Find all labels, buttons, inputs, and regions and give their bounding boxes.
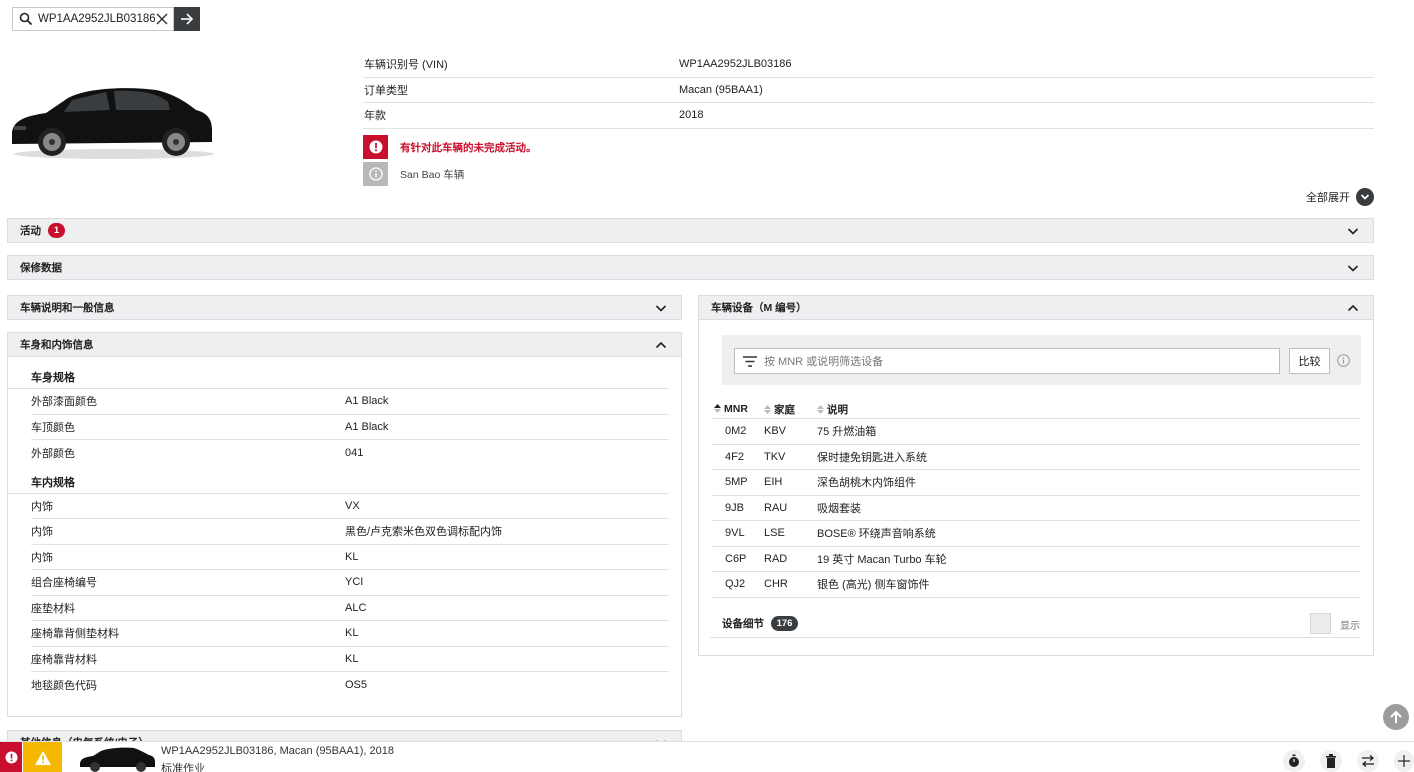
- sort-icon: [764, 404, 771, 414]
- clear-icon[interactable]: [155, 12, 169, 26]
- search-value: WP1AA2952JLB03186: [38, 13, 155, 25]
- interior-spec-title: 车内规格: [8, 474, 669, 494]
- equipment-details-row: 设备细节 176 显示: [710, 609, 1360, 638]
- alert-icon: [363, 135, 388, 159]
- info-icon[interactable]: [1337, 354, 1350, 367]
- equipment-filter-area: 按 MNR 或说明筛选设备 比较: [722, 335, 1361, 385]
- column-family[interactable]: 家庭: [764, 402, 817, 417]
- filter-icon: [743, 355, 757, 367]
- search-icon: [19, 12, 33, 26]
- vehicle-info-table: 车辆识别号 (VIN) WP1AA2952JLB03186 订单类型 Macan…: [363, 52, 1374, 129]
- sort-asc-icon: [714, 404, 721, 413]
- spec-row: 外部颜色 041: [31, 446, 364, 460]
- spec-row: 内饰 KL: [31, 545, 669, 570]
- vehicle-image: [12, 88, 214, 159]
- equipment-count-badge: 176: [771, 615, 798, 631]
- spec-row: 组合座椅编号 YCI: [31, 570, 669, 596]
- status-vehicle-summary: WP1AA2952JLB03186, Macan (95BAA1), 2018: [161, 745, 394, 757]
- arrow-right-icon: [181, 13, 194, 25]
- vehicle-thumbnail: [80, 747, 155, 772]
- move-icon: [1398, 755, 1410, 767]
- search-submit-button[interactable]: [174, 7, 200, 31]
- table-row: 9JB RAU 吸烟套装: [712, 496, 1360, 521]
- section-body-interior[interactable]: 车身和内饰信息: [7, 332, 682, 357]
- status-bar: WP1AA2952JLB03186, Macan (95BAA1), 2018 …: [0, 741, 1414, 772]
- spec-row: 座椅靠背侧垫材料 KL: [31, 621, 669, 647]
- section-warranty[interactable]: 保修数据: [7, 255, 1374, 280]
- model-year-row: 年款 2018: [363, 103, 1374, 129]
- chevron-down-icon: [1356, 188, 1374, 206]
- chevron-down-icon: [1347, 265, 1359, 272]
- timer-button[interactable]: [1283, 750, 1305, 772]
- section-equipment[interactable]: 车辆设备（M 编号）: [698, 295, 1374, 320]
- chevron-down-icon: [1347, 228, 1359, 235]
- spec-row: 座椅靠背材料 KL: [31, 647, 669, 672]
- status-warning-button[interactable]: [23, 742, 62, 772]
- spec-row: 车顶颜色 A1 Black: [31, 415, 669, 440]
- vin-row: 车辆识别号 (VIN) WP1AA2952JLB03186: [363, 52, 1374, 78]
- status-job-type: 标准作业: [161, 763, 205, 772]
- spec-row: 内饰 VX: [31, 494, 669, 519]
- open-campaign-alert: 有针对此车辆的未完成活动。: [363, 135, 863, 159]
- chevron-down-icon: [655, 305, 667, 312]
- spec-row: 外部漆面颜色 A1 Black: [31, 389, 669, 415]
- sort-icon: [817, 404, 824, 414]
- spec-row: 座垫材料 ALC: [31, 596, 669, 621]
- table-row: C6P RAD 19 英寸 Macan Turbo 车轮: [712, 547, 1360, 572]
- column-mnr[interactable]: MNR: [712, 403, 764, 415]
- stopwatch-icon: [1289, 754, 1299, 767]
- more-button[interactable]: [1394, 750, 1414, 772]
- body-interior-panel: 车身规格 外部漆面颜色 A1 Black 车顶颜色 A1 Black 外部颜色 041…: [7, 357, 682, 717]
- info-icon: [363, 162, 388, 186]
- search-input[interactable]: WP1AA2952JLB03186: [12, 7, 174, 31]
- show-details-toggle[interactable]: [1310, 613, 1331, 634]
- section-general-info[interactable]: 车辆说明和一般信息: [7, 295, 682, 320]
- campaign-count-badge: 1: [48, 223, 65, 238]
- scroll-to-top-button[interactable]: [1383, 704, 1409, 730]
- section-campaigns[interactable]: 活动 1: [7, 218, 1374, 243]
- table-row: 4F2 TKV 保时捷免钥匙进入系统: [712, 445, 1360, 470]
- table-row: 0M2 KBV 75 升燃油箱: [712, 419, 1360, 445]
- table-row: 5MP EIH 深色胡桃木内饰组件: [712, 470, 1360, 496]
- expand-all-button[interactable]: 全部展开: [1306, 188, 1374, 206]
- delete-button[interactable]: [1320, 750, 1342, 772]
- column-description[interactable]: 说明: [817, 402, 1360, 417]
- table-row: 9VL LSE BOSE® 环绕声音响系统: [712, 521, 1360, 547]
- table-row: QJ2 CHR 银色 (高光) 侧车窗饰件: [712, 572, 1360, 598]
- status-alert-button[interactable]: [0, 742, 22, 772]
- vin-search: WP1AA2952JLB03186: [12, 7, 200, 31]
- compare-button[interactable]: 比较: [1289, 348, 1330, 374]
- order-type-row: 订单类型 Macan (95BAA1): [363, 78, 1374, 103]
- spec-row: 内饰 黑色/卢克索米色双色调标配内饰: [31, 519, 669, 545]
- sanbao-info: San Bao 车辆: [363, 162, 863, 186]
- equipment-table-header: MNR 家庭 说明: [712, 400, 1360, 419]
- body-spec-title: 车身规格: [8, 369, 669, 389]
- equipment-filter-input[interactable]: 按 MNR 或说明筛选设备: [734, 348, 1280, 374]
- warning-icon: [34, 750, 51, 765]
- equipment-table: MNR 家庭 说明 0M2 KBV 75 升燃油箱 4F2 TKV 保时捷免钥匙进入系统…: [712, 400, 1360, 598]
- swap-icon: [1361, 755, 1375, 767]
- arrow-up-icon: [1390, 710, 1402, 723]
- trash-icon: [1326, 754, 1336, 768]
- chevron-up-icon: [1347, 304, 1359, 312]
- spec-row: 地毯颜色代码 OS5: [31, 678, 368, 692]
- alert-icon: [5, 751, 17, 764]
- transfer-button[interactable]: [1357, 750, 1379, 772]
- show-label: 显示: [1340, 621, 1360, 632]
- chevron-up-icon: [655, 341, 667, 349]
